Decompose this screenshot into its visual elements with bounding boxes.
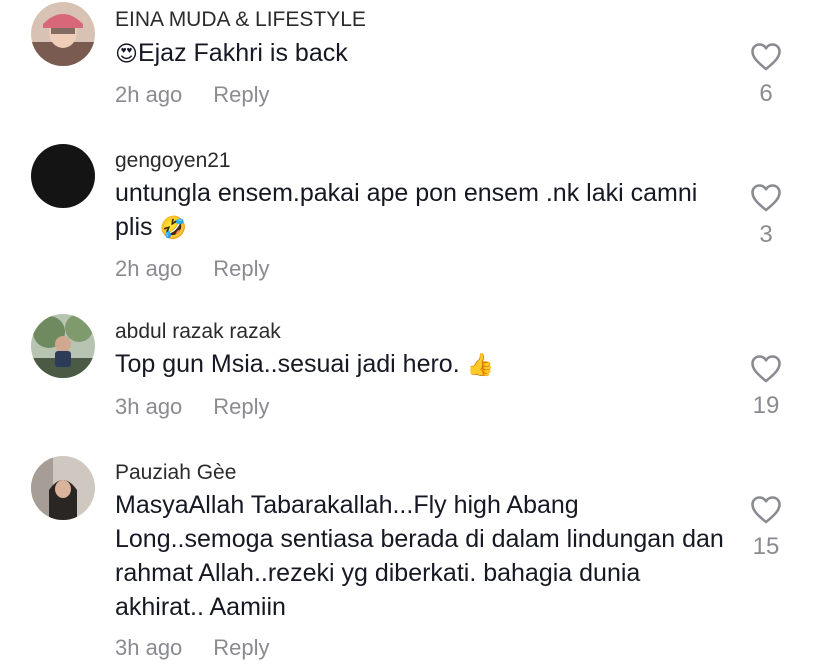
like-button[interactable]: 6	[740, 42, 792, 108]
comment-body: Ejaz Fakhri is back	[137, 39, 348, 67]
reply-button[interactable]: Reply	[213, 635, 269, 660]
comment-meta: 2h ago Reply	[115, 82, 270, 108]
reply-button[interactable]: Reply	[213, 256, 269, 281]
avatar[interactable]	[31, 314, 95, 378]
like-button[interactable]: 3	[740, 183, 792, 249]
avatar-image	[31, 456, 95, 520]
comment-meta: 3h ago Reply	[115, 635, 270, 661]
comment-text: MasyaAllah Tabarakallah...Fly high Abang…	[115, 488, 735, 624]
heart-outline-icon	[751, 184, 781, 212]
comment-text: untungla ensem.pakai ape pon ensem .nk l…	[115, 176, 735, 246]
like-button[interactable]: 15	[740, 495, 792, 561]
avatar-image	[31, 314, 95, 378]
comment-body: untungla ensem.pakai ape pon ensem .nk l…	[115, 179, 698, 241]
comment-time: 2h ago	[115, 82, 183, 107]
comment-username[interactable]: abdul razak razak	[115, 320, 281, 344]
heart-outline-icon	[751, 43, 781, 71]
avatar-image	[31, 2, 95, 66]
rofl-emoji: 🤣	[159, 216, 187, 241]
comment-body: Top gun Msia..sesuai jadi hero.	[115, 350, 460, 378]
like-count: 3	[759, 221, 773, 248]
comment-text: Top gun Msia..sesuai jadi hero. 👍	[115, 347, 735, 383]
comment-meta: 3h ago Reply	[115, 394, 270, 420]
avatar[interactable]	[31, 144, 95, 208]
comment-username[interactable]: Pauziah Gèe	[115, 461, 236, 485]
comment-time: 2h ago	[115, 256, 183, 281]
comment-time: 3h ago	[115, 635, 183, 660]
comment-username[interactable]: EINA MUDA & LIFESTYLE	[115, 8, 366, 32]
reply-button[interactable]: Reply	[213, 82, 269, 107]
comment-time: 3h ago	[115, 394, 183, 419]
like-count: 15	[752, 533, 780, 560]
heart-outline-icon	[751, 496, 781, 524]
comment-body: MasyaAllah Tabarakallah...Fly high Abang…	[115, 491, 724, 621]
like-count: 6	[759, 80, 773, 107]
heart-outline-icon	[751, 355, 781, 383]
reply-button[interactable]: Reply	[213, 394, 269, 419]
thumbs-up-emoji: 👍	[466, 353, 495, 378]
avatar-image	[31, 144, 95, 208]
comment-username[interactable]: gengoyen21	[115, 149, 231, 173]
comment-meta: 2h ago Reply	[115, 256, 270, 282]
avatar[interactable]	[31, 2, 95, 66]
comment-text: 😍Ejaz Fakhri is back	[115, 36, 735, 72]
like-count: 19	[752, 392, 780, 419]
avatar[interactable]	[31, 456, 95, 520]
like-button[interactable]: 19	[740, 354, 792, 420]
heart-eyes-emoji: 😍	[115, 42, 138, 67]
